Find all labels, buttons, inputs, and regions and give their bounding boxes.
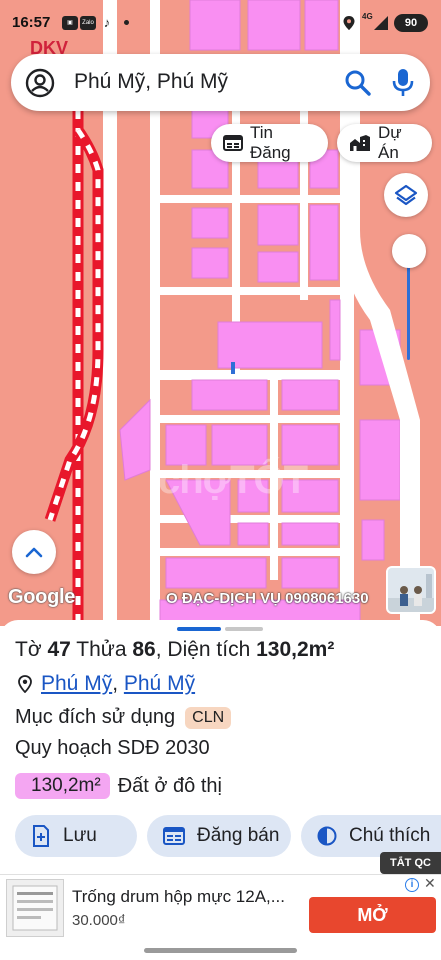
ad-info-icon[interactable]: i xyxy=(405,878,419,892)
account-icon[interactable] xyxy=(25,68,55,98)
post-for-sale-button[interactable]: Đăng bán xyxy=(147,815,291,857)
save-button-label: Lưu xyxy=(63,825,97,846)
chotot-watermark: chợTỐT xyxy=(158,458,308,502)
network-indicator: 4G xyxy=(362,12,373,21)
status-bar: 16:57 ▣ Zalo ♪ 4G 90 xyxy=(0,0,441,48)
map-watermark-text: O ĐẠC-DỊCH VỤ 0908061630 xyxy=(166,590,369,607)
planning-area-badge: 130,2m² xyxy=(15,773,110,799)
legend-button-label: Chú thích xyxy=(349,825,431,846)
listings-icon xyxy=(223,135,243,151)
ad-open-button[interactable]: MỞ xyxy=(309,897,436,933)
chevron-up-icon xyxy=(25,547,43,558)
search-input[interactable]: Phú Mỹ, Phú Mỹ xyxy=(74,70,228,94)
ad-title[interactable]: Trống drum hộp mực 12A,... xyxy=(72,887,285,907)
expand-up-button[interactable] xyxy=(12,530,56,574)
location-status-icon xyxy=(343,16,355,30)
legend-button[interactable]: Chú thích xyxy=(301,815,441,857)
ward-link[interactable]: Phú Mỹ xyxy=(41,672,112,696)
gallery-app-icon: ▣ xyxy=(62,16,78,30)
photo-thumbnail-image xyxy=(388,568,434,612)
planning-label: Quy hoạch SDĐ 2030 xyxy=(15,737,210,759)
location-separator: , xyxy=(112,672,124,695)
planning-land-type: Đất ở đô thị xyxy=(117,774,222,797)
opacity-slider-track[interactable] xyxy=(407,252,410,360)
save-button[interactable]: Lưu xyxy=(15,815,137,857)
land-use-label: Mục đích sử dụng xyxy=(15,706,176,728)
listings-chip[interactable]: Tin Đăng xyxy=(211,123,328,162)
notification-dot-icon xyxy=(124,20,129,25)
save-icon xyxy=(33,825,49,847)
search-bar[interactable]: Phú Mỹ, Phú Mỹ xyxy=(11,54,430,111)
status-time: 16:57 xyxy=(12,14,51,31)
google-logo: Google xyxy=(8,586,76,608)
sheet-prefix: Tờ xyxy=(15,638,42,661)
building-icon xyxy=(350,135,370,151)
selected-parcel-marker xyxy=(231,362,235,374)
parcel-area: 130,2m² xyxy=(256,638,335,661)
street-photo-thumbnail[interactable] xyxy=(386,566,436,614)
projects-chip-label: Dự Án xyxy=(378,123,402,162)
zalo-app-icon: Zalo xyxy=(80,16,96,30)
page-indicator-inactive xyxy=(225,627,263,631)
town-link[interactable]: Phú Mỹ xyxy=(124,672,195,696)
ad-price: 30.000₫ xyxy=(72,912,126,929)
sheet-number: 47 xyxy=(47,638,71,661)
plot-number: 86 xyxy=(132,638,156,661)
area-prefix: , Diện tích xyxy=(155,638,251,661)
parcel-title: Tờ 47 Thửa 86, Diện tích 130,2m² xyxy=(15,638,334,662)
hide-ads-button[interactable]: TẮT QC xyxy=(380,852,441,874)
land-use-row: Mục đích sử dụng CLN xyxy=(15,706,232,729)
parcel-location: Phú Mỹ, Phú Mỹ xyxy=(17,672,195,696)
post-button-label: Đăng bán xyxy=(197,825,280,846)
page-indicator-active xyxy=(177,627,221,631)
post-listing-icon xyxy=(163,827,185,845)
signal-icon xyxy=(374,16,388,30)
land-use-code-badge: CLN xyxy=(185,706,232,729)
listings-chip-label: Tin Đăng xyxy=(250,123,291,162)
legend-icon xyxy=(317,826,337,846)
ad-product-thumbnail xyxy=(7,880,63,936)
layers-icon xyxy=(394,184,418,206)
search-icon[interactable] xyxy=(344,69,372,97)
planning-area-row: 130,2m² Đất ở đô thị xyxy=(15,773,222,799)
location-pin-icon xyxy=(18,675,32,693)
battery-indicator: 90 xyxy=(394,14,428,32)
ad-banner[interactable]: Trống drum hộp mực 12A,... 30.000₫ MỞ i … xyxy=(0,874,441,944)
projects-chip[interactable]: Dự Án xyxy=(337,123,432,162)
tiktok-app-icon: ♪ xyxy=(103,15,111,30)
plot-prefix: Thửa xyxy=(76,638,127,661)
home-indicator[interactable] xyxy=(144,948,297,953)
ad-close-icon[interactable]: ✕ xyxy=(424,875,436,892)
microphone-icon[interactable] xyxy=(391,68,415,98)
layers-button[interactable] xyxy=(384,173,428,217)
ad-product-image[interactable] xyxy=(6,879,64,937)
opacity-slider-handle[interactable] xyxy=(392,234,426,268)
